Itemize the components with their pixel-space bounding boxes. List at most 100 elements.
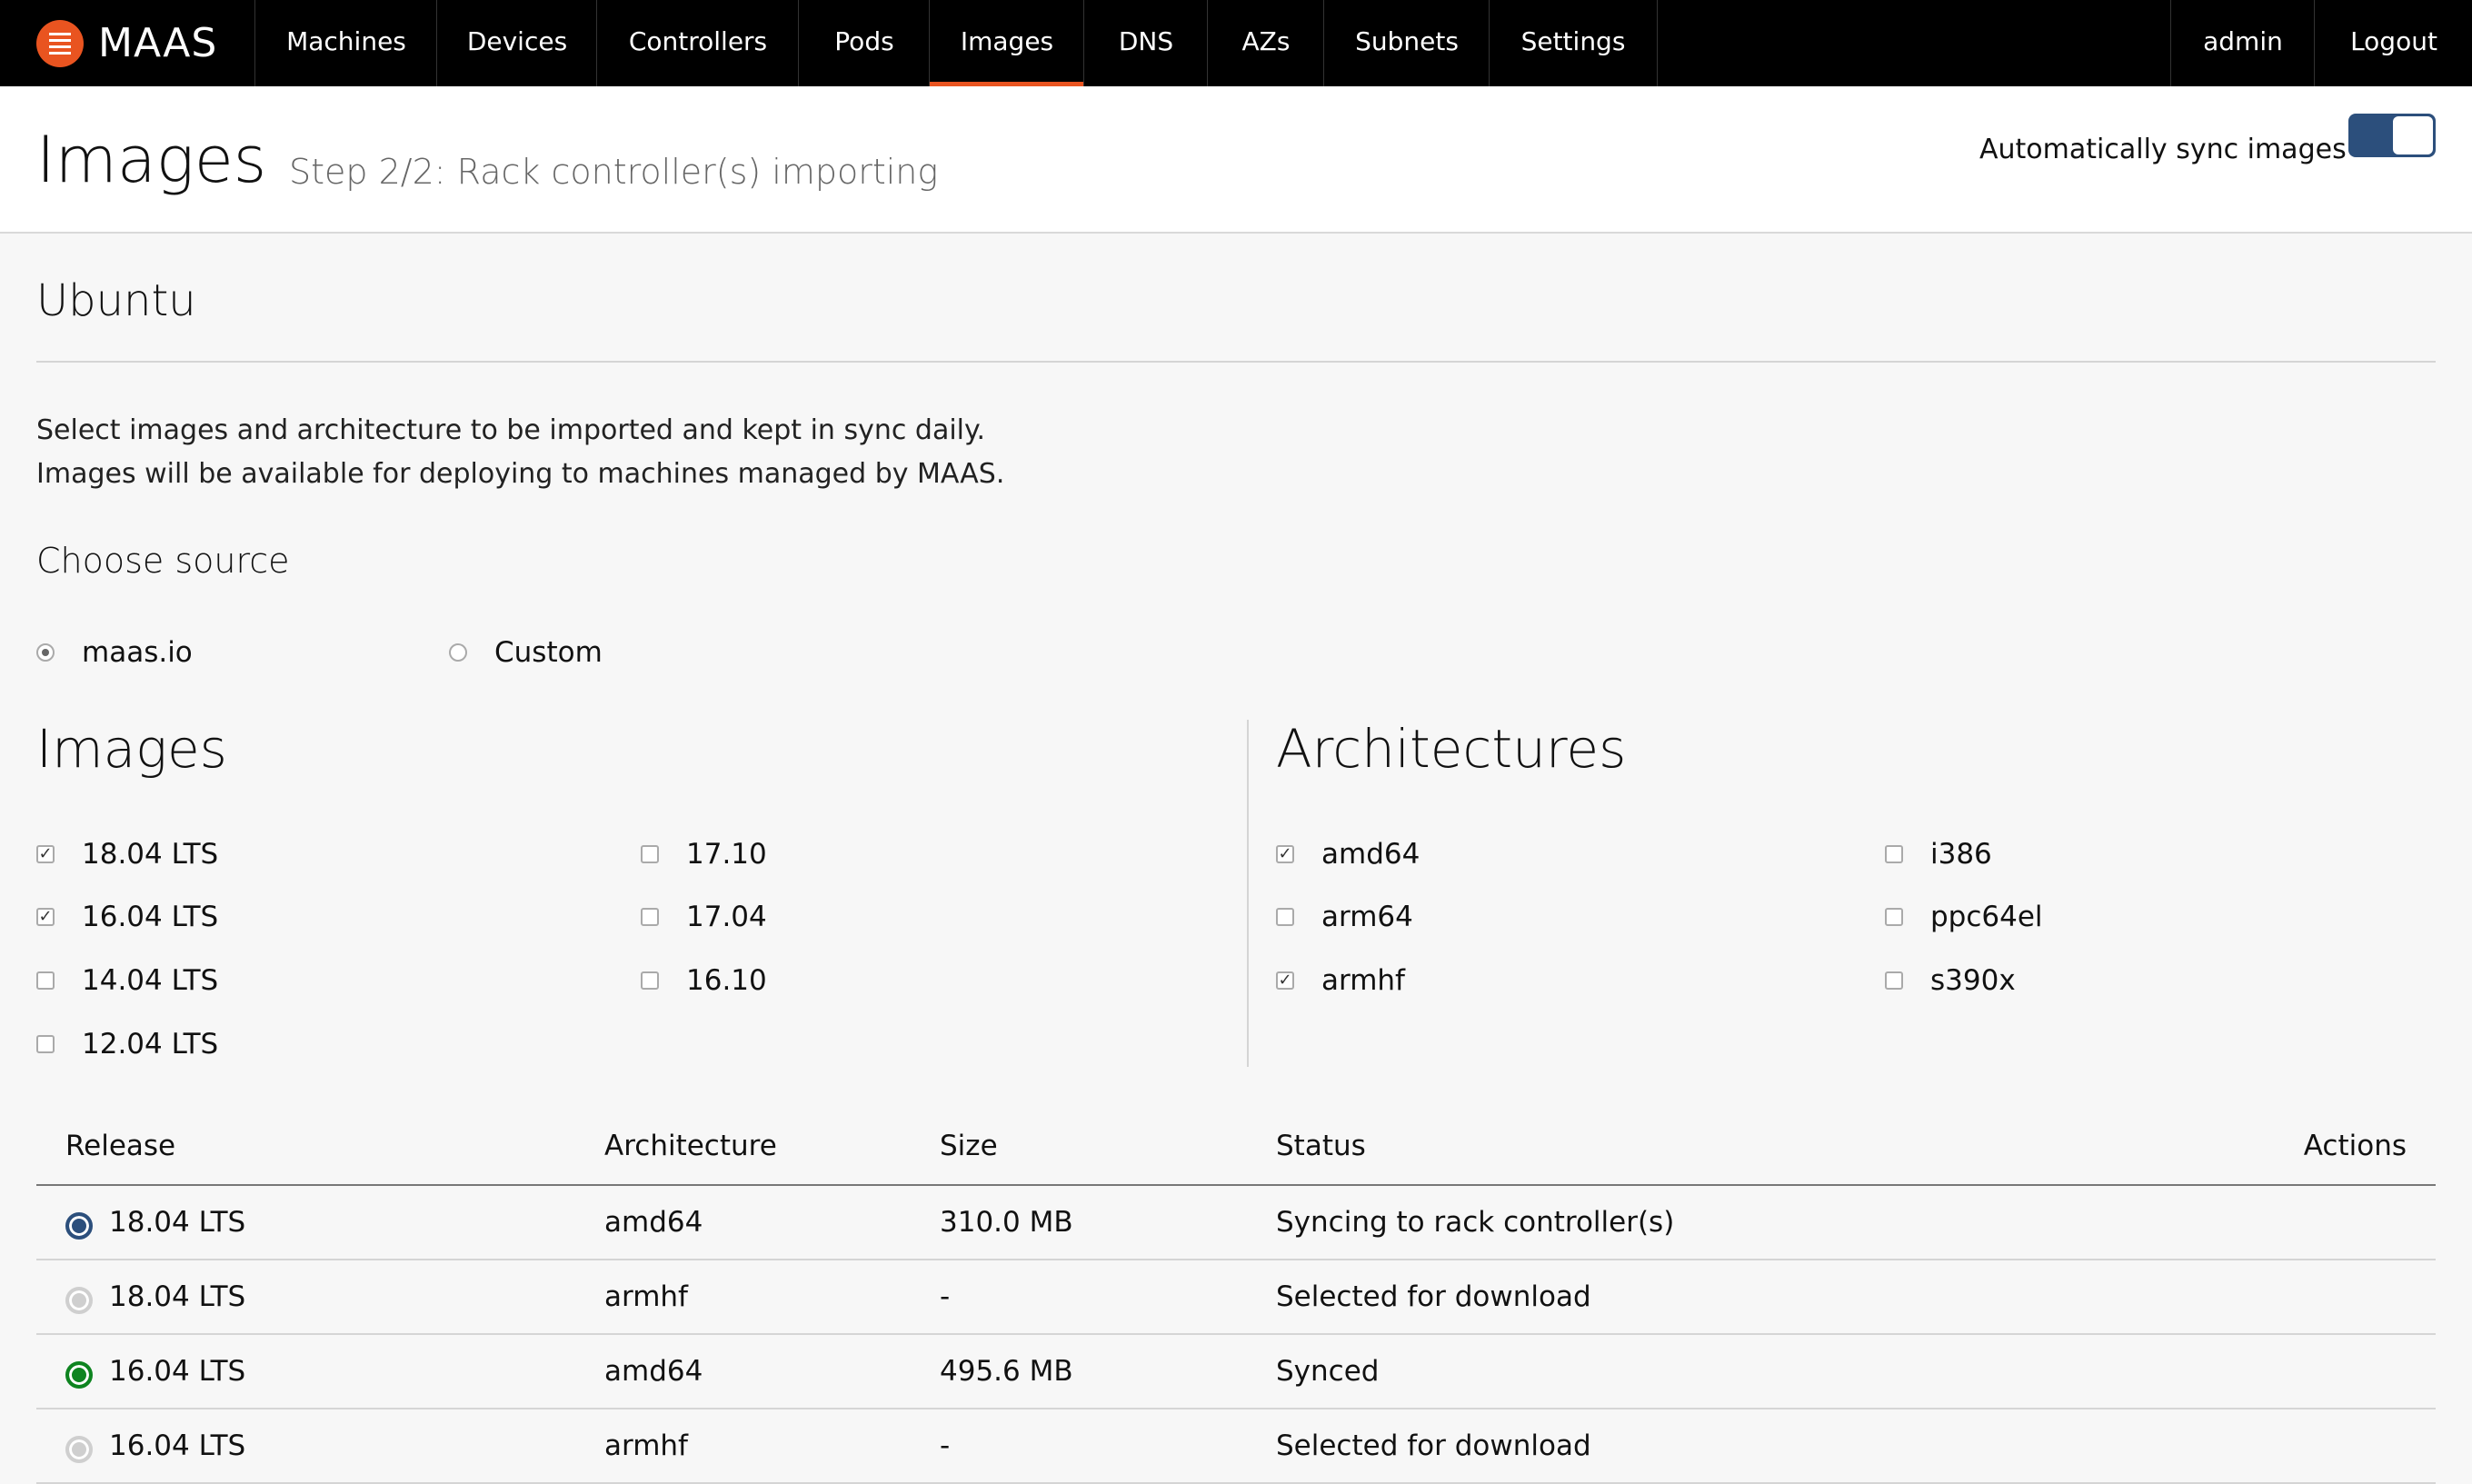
row-size: 495.6 MB [940,1355,1073,1388]
arch-checkbox-amd64[interactable]: ✓ amd64 [1276,838,1420,871]
checkbox-label: 17.04 [686,901,767,933]
checkbox[interactable]: ✓ [1276,971,1294,990]
checkbox[interactable] [36,971,55,990]
col-size[interactable]: Size [940,1122,998,1170]
image-checkbox-17-04[interactable]: 17.04 [641,901,767,933]
nav-azs[interactable]: AZs [1207,0,1324,86]
nav-user[interactable]: admin [2170,0,2315,86]
source-option-maas-io[interactable]: maas.io [36,636,193,669]
row-architecture: amd64 [604,1355,703,1388]
status-pending-icon [65,1287,93,1314]
checkbox[interactable] [1885,845,1903,863]
checkbox[interactable] [1885,908,1903,926]
row-status: Selected for download [1276,1429,1591,1462]
image-checkbox-16-10[interactable]: 16.10 [641,964,767,997]
checkbox-label: amd64 [1321,838,1420,871]
section-divider [36,361,2436,363]
column-divider [1247,720,1249,1067]
table-row[interactable]: 18.04 LTS amd64 310.0 MB Syncing to rack… [36,1186,2436,1260]
table-row[interactable]: 16.04 LTS armhf - Selected for download [36,1409,2436,1484]
row-architecture: amd64 [604,1206,703,1239]
row-size: - [940,1280,951,1313]
checkbox[interactable] [641,971,659,990]
image-checkbox-12-04[interactable]: 12.04 LTS [36,1028,218,1061]
images-section-title: Images [36,718,227,780]
brand[interactable]: MAAS [36,0,254,86]
checkbox-label: 17.10 [686,838,767,871]
col-architecture[interactable]: Architecture [604,1122,777,1170]
nav-dns[interactable]: DNS [1083,0,1208,86]
row-status: Syncing to rack controller(s) [1276,1206,1675,1239]
table-header: Release Architecture Size Status Actions [36,1122,2436,1186]
checkbox-label: ppc64el [1930,901,2043,933]
maas-logo-icon [36,19,84,67]
row-status: Synced [1276,1355,1380,1388]
checkbox-label: arm64 [1321,901,1413,933]
row-release: 18.04 LTS [109,1280,246,1313]
arch-checkbox-i386[interactable]: i386 [1885,838,1992,871]
checkbox-label: 18.04 LTS [82,838,219,871]
row-release: 16.04 LTS [109,1429,246,1462]
arch-checkbox-arm64[interactable]: arm64 [1276,901,1413,933]
checkbox-label: armhf [1321,964,1405,997]
image-checkbox-14-04[interactable]: 14.04 LTS [36,964,218,997]
choose-source-title: Choose source [36,541,290,581]
page-header: Images Step 2/2: Rack controller(s) impo… [0,86,2472,234]
image-checkbox-16-04[interactable]: ✓ 16.04 LTS [36,901,218,933]
nav-devices[interactable]: Devices [436,0,597,86]
image-checkbox-17-10[interactable]: 17.10 [641,838,767,871]
col-release[interactable]: Release [65,1122,175,1170]
nav-subnets[interactable]: Subnets [1323,0,1490,86]
checkbox[interactable] [641,908,659,926]
page-title: Images [36,123,267,197]
row-size: - [940,1429,951,1462]
checkbox[interactable]: ✓ [36,845,55,863]
checkbox[interactable] [1276,908,1294,926]
checkbox-label: 16.10 [686,964,767,997]
checkbox[interactable]: ✓ [36,908,55,926]
row-status: Selected for download [1276,1280,1591,1313]
arch-checkbox-armhf[interactable]: ✓ armhf [1276,964,1405,997]
radio-button[interactable] [449,643,467,662]
checkbox-label: i386 [1930,838,1992,871]
checkbox[interactable] [36,1035,55,1053]
checkbox-label: s390x [1930,964,2016,997]
col-status[interactable]: Status [1276,1122,1366,1170]
arch-checkbox-s390x[interactable]: s390x [1885,964,2016,997]
brand-name: MAAS [98,20,218,66]
section-title-ubuntu: Ubuntu [36,275,196,326]
top-nav: MAAS Machines Devices Controllers Pods I… [0,0,2472,86]
ubuntu-description: Select images and architecture to be imp… [36,414,1005,490]
checkbox[interactable] [641,845,659,863]
images-table: Release Architecture Size Status Actions… [36,1122,2436,1484]
table-row[interactable]: 18.04 LTS armhf - Selected for download [36,1260,2436,1335]
checkbox-label: 16.04 LTS [82,901,219,933]
auto-sync-toggle[interactable] [2348,114,2436,157]
row-release: 16.04 LTS [109,1355,246,1388]
row-architecture: armhf [604,1280,688,1313]
status-syncing-icon [65,1212,93,1240]
radio-button[interactable] [36,643,55,662]
toggle-knob [2393,116,2433,154]
radio-label: maas.io [82,636,193,669]
nav-images[interactable]: Images [929,0,1084,86]
table-row[interactable]: 16.04 LTS amd64 495.6 MB Synced [36,1335,2436,1409]
nav-settings[interactable]: Settings [1489,0,1658,86]
checkbox-label: 12.04 LTS [82,1028,219,1061]
auto-sync-label: Automatically sync images [1979,134,2347,165]
row-architecture: armhf [604,1429,688,1462]
arch-checkbox-ppc64el[interactable]: ppc64el [1885,901,2043,933]
nav-machines[interactable]: Machines [254,0,437,86]
checkbox[interactable] [1885,971,1903,990]
radio-label: Custom [494,636,603,669]
checkbox[interactable]: ✓ [1276,845,1294,863]
image-checkbox-18-04[interactable]: ✓ 18.04 LTS [36,838,218,871]
nav-controllers[interactable]: Controllers [596,0,799,86]
nav-logout[interactable]: Logout [2314,0,2472,86]
source-option-custom[interactable]: Custom [449,636,603,669]
nav-pods[interactable]: Pods [798,0,930,86]
row-size: 310.0 MB [940,1206,1073,1239]
status-pending-icon [65,1436,93,1463]
status-synced-icon [65,1361,93,1389]
col-actions: Actions [2303,1130,2407,1162]
